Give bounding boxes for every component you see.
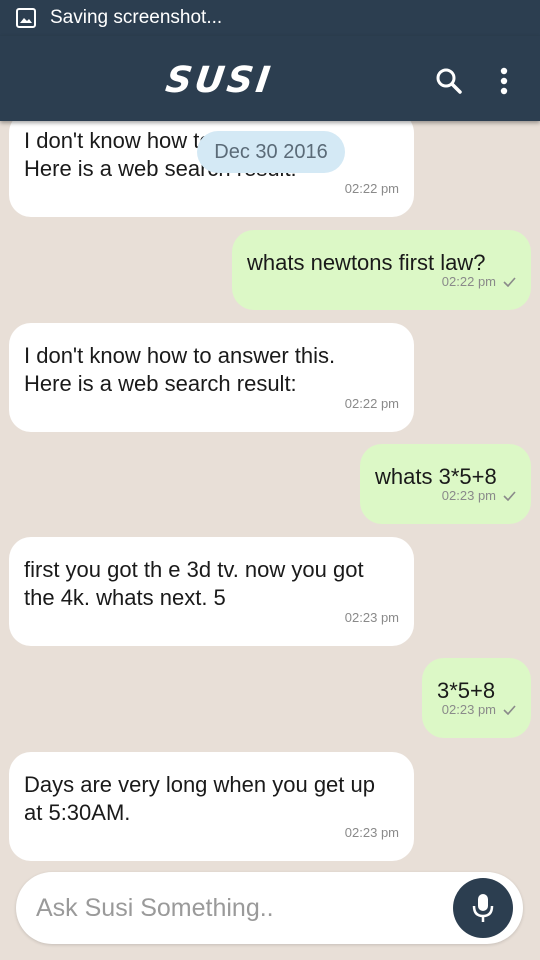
check-icon	[503, 705, 516, 715]
message-composer	[16, 872, 523, 944]
message-time: 02:23 pm	[442, 482, 516, 510]
message-bubble-outgoing[interactable]: 3*5+8 02:23 pm	[422, 658, 531, 738]
message-time: 02:23 pm	[442, 696, 516, 724]
logo-text: SUSI	[162, 59, 276, 101]
message-time: 02:22 pm	[442, 268, 516, 296]
message-time: 02:22 pm	[344, 181, 399, 196]
message-line: the 4k. whats next. 5	[24, 585, 226, 610]
message-line: first you got th e 3d tv. now you got	[24, 557, 364, 582]
date-chip: Dec 30 2016	[197, 131, 345, 173]
message-input[interactable]	[36, 872, 436, 944]
message-bubble-incoming[interactable]: Days are very long when you get up at 5:…	[9, 752, 414, 861]
message-line: I don't know how to answer this.	[24, 343, 336, 368]
search-button[interactable]	[432, 64, 466, 98]
message-time: 02:23 pm	[344, 825, 399, 840]
chat-area[interactable]: Dec 30 2016 I don't know how to answer t…	[0, 121, 540, 866]
status-text: Saving screenshot...	[50, 7, 223, 28]
check-icon	[503, 277, 516, 287]
status-bar: Saving screenshot...	[0, 0, 540, 36]
search-icon	[436, 68, 462, 94]
susi-logo: SUSI	[158, 60, 280, 101]
overflow-menu-button[interactable]	[490, 64, 518, 98]
message-time: 02:22 pm	[344, 396, 399, 411]
mic-button[interactable]	[453, 878, 513, 938]
microphone-icon	[472, 894, 494, 922]
message-bubble-outgoing[interactable]: whats 3*5+8 02:23 pm	[360, 444, 531, 524]
message-line: Days are very long when you get up	[24, 772, 375, 797]
more-vert-icon	[500, 67, 508, 95]
app-bar: SUSI	[0, 36, 540, 121]
message-bubble-incoming[interactable]: first you got th e 3d tv. now you got th…	[9, 537, 414, 646]
check-icon	[503, 491, 516, 501]
message-bubble-incoming[interactable]: I don't know how to answer this. Here is…	[9, 323, 414, 432]
message-time: 02:23 pm	[344, 610, 399, 625]
image-icon	[16, 8, 36, 28]
message-line: at 5:30AM.	[24, 800, 131, 825]
message-bubble-outgoing[interactable]: whats newtons first law? 02:22 pm	[232, 230, 531, 310]
message-line: Here is a web search result:	[24, 371, 297, 396]
